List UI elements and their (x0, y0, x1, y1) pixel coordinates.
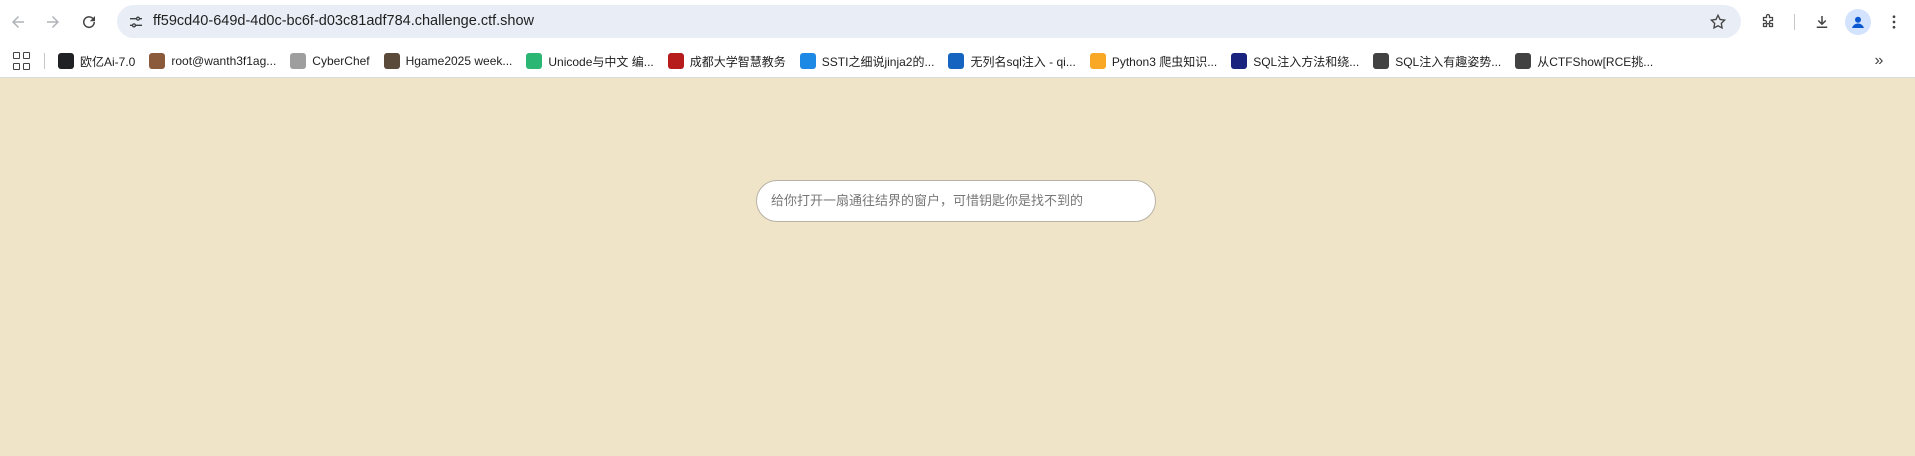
bookmark-item[interactable]: CyberChef (284, 48, 375, 74)
avatar-photo-icon (149, 53, 166, 69)
dark-thumbnail-icon (1231, 53, 1248, 69)
bookmark-item[interactable]: 成都大学智慧教务 (662, 48, 792, 74)
bookmark-star-icon[interactable] (1705, 9, 1731, 35)
bookmark-label: 欧亿Ai-7.0 (80, 54, 136, 69)
biohazard-icon (1089, 53, 1106, 69)
bookmark-item[interactable]: Unicode与中文 编... (520, 48, 659, 74)
menu-kebab-icon[interactable] (1880, 8, 1908, 36)
bookmark-label: 从CTFShow[RCE挑... (1537, 54, 1654, 69)
circle-c-icon (948, 53, 965, 69)
extensions-puzzle-icon[interactable] (1754, 8, 1782, 36)
bookmarks-divider (44, 53, 45, 69)
bookmarks-bar: 欧亿Ai-7.0 root@wanth3f1ag... CyberChef Hgame… (0, 44, 1915, 78)
reload-icon[interactable] (75, 8, 103, 36)
university-seal-icon (667, 53, 684, 69)
bookmark-list: 欧亿Ai-7.0 root@wanth3f1ag... CyberChef Hgame… (52, 44, 1661, 78)
bookmark-label: Hgame2025 week... (405, 54, 513, 68)
shield-logo-icon (799, 53, 816, 69)
person-avatar-icon (383, 53, 400, 69)
bookmark-label: Python3 爬虫知识... (1111, 54, 1218, 69)
more-bookmarks-chevron-icon[interactable]: » (1868, 50, 1890, 72)
url-text[interactable]: ff59cd40-649d-4d0c-bc6f-d03c81adf784.cha… (153, 13, 534, 29)
apps-grid-icon[interactable] (13, 52, 31, 70)
bookmark-label: CyberChef (312, 54, 370, 68)
bookmark-item[interactable]: SSTI之细说jinja2的... (794, 48, 941, 74)
bookmark-item[interactable]: 欧亿Ai-7.0 (52, 48, 141, 74)
slash-logo-icon (1515, 53, 1532, 69)
bookmark-item[interactable]: SQL注入方法和绕... (1225, 48, 1365, 74)
chef-hat-icon (290, 53, 307, 69)
slash-logo-icon (1373, 53, 1390, 69)
bookmark-item[interactable]: 无列名sql注入 - qi... (942, 48, 1081, 74)
page-content (0, 79, 1915, 456)
bookmark-label: 无列名sql注入 - qi... (970, 54, 1076, 69)
toolbar-divider (1794, 14, 1795, 30)
profile-avatar-icon[interactable] (1845, 9, 1871, 35)
bookmark-label: SQL注入有趣姿势... (1395, 54, 1502, 69)
back-arrow-icon[interactable] (4, 8, 32, 36)
bookmark-label: Unicode与中文 编... (548, 54, 654, 69)
bookmark-item[interactable]: 从CTFShow[RCE挑... (1509, 48, 1659, 74)
browser-toolbar: ff59cd40-649d-4d0c-bc6f-d03c81adf784.cha… (0, 0, 1915, 44)
bookmark-item[interactable]: Hgame2025 week... (378, 48, 519, 74)
address-bar[interactable]: ff59cd40-649d-4d0c-bc6f-d03c81adf784.cha… (117, 5, 1741, 38)
barrier-window-input[interactable] (756, 180, 1156, 222)
bookmark-label: SSTI之细说jinja2的... (821, 54, 935, 69)
t-logo-icon (526, 53, 543, 69)
download-icon[interactable] (1808, 8, 1836, 36)
bookmark-label: SQL注入方法和绕... (1253, 54, 1360, 69)
site-info-icon[interactable] (123, 9, 149, 35)
bookmark-item[interactable]: root@wanth3f1ag... (143, 48, 282, 74)
forward-arrow-icon[interactable] (39, 8, 67, 36)
chat-bubble-icon (58, 53, 74, 69)
bookmark-label: 成都大学智慧教务 (689, 54, 786, 69)
bookmark-item[interactable]: SQL注入有趣姿势... (1367, 48, 1507, 74)
bookmark-label: root@wanth3f1ag... (171, 54, 277, 68)
bookmark-item[interactable]: Python3 爬虫知识... (1084, 48, 1223, 74)
